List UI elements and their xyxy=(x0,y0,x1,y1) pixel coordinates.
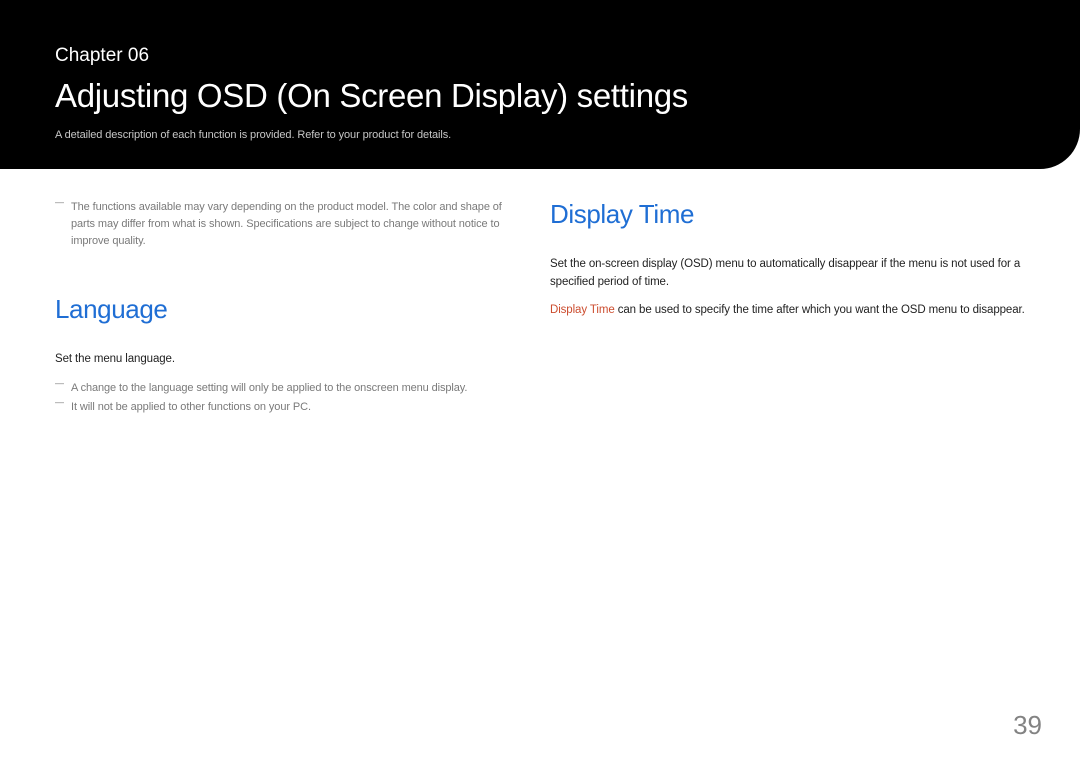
right-column: Display Time Set the on-screen display (… xyxy=(550,199,1025,416)
content-area: The functions available may vary dependi… xyxy=(0,169,1080,446)
language-note-2: It will not be applied to other function… xyxy=(55,398,510,417)
language-heading: Language xyxy=(55,294,510,325)
page-number: 39 xyxy=(1013,710,1042,741)
language-note-1: A change to the language setting will on… xyxy=(55,379,510,398)
display-time-emphasis: Display Time xyxy=(550,304,615,316)
display-time-body-2-rest: can be used to specify the time after wh… xyxy=(615,304,1025,316)
language-body: Set the menu language. xyxy=(55,351,510,369)
top-note-block: The functions available may vary dependi… xyxy=(55,199,510,250)
display-time-heading: Display Time xyxy=(550,199,1025,230)
chapter-title: Adjusting OSD (On Screen Display) settin… xyxy=(55,77,1025,115)
left-column: The functions available may vary dependi… xyxy=(55,199,510,416)
chapter-subtitle: A detailed description of each function … xyxy=(55,129,1025,141)
chapter-header: Chapter 06 Adjusting OSD (On Screen Disp… xyxy=(0,0,1080,169)
top-note: The functions available may vary dependi… xyxy=(55,199,510,250)
display-time-body-1: Set the on-screen display (OSD) menu to … xyxy=(550,256,1025,292)
chapter-label: Chapter 06 xyxy=(55,45,1025,67)
display-time-body-2: Display Time can be used to specify the … xyxy=(550,302,1025,320)
